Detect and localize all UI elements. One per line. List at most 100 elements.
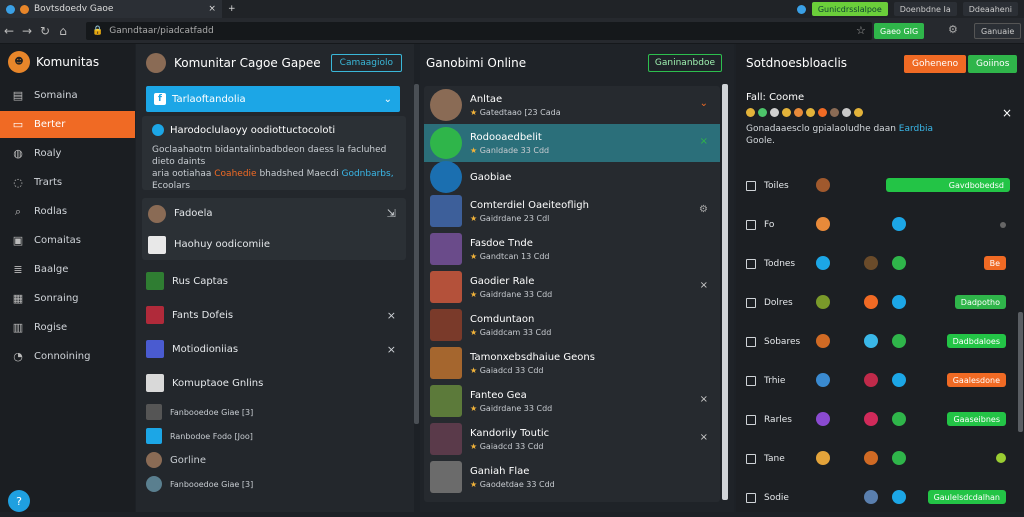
settings-icon[interactable]: ⚙ (699, 204, 708, 215)
status-badge[interactable]: Gaulelsdcdalhan (927, 490, 1006, 504)
checkbox[interactable] (746, 375, 756, 386)
address-bar[interactable]: 🔒 Ganndtaar/piadcatfadd (86, 22, 872, 40)
sidebar-item-6[interactable]: ≣ Baalge (0, 256, 135, 283)
leaderboard-row[interactable]: Trhie Gaalesdone (736, 361, 1024, 400)
game-row[interactable]: Rodooaedbelit ★ Ganldade 33 Cdd × (424, 124, 720, 162)
coin-icon[interactable] (770, 108, 779, 117)
leaderboard-row[interactable]: Tane (736, 439, 1024, 478)
leaderboard-row[interactable]: Todnes Be (736, 244, 1024, 283)
extension-pill-2[interactable]: Doenbdne Ia (893, 2, 957, 16)
online-button[interactable]: Ganinanbdoe (647, 54, 722, 72)
list-item[interactable]: Fants Dofeis × (136, 298, 414, 332)
header-button[interactable]: Camaagiolo (330, 54, 402, 72)
leaderboard-row[interactable]: Fo (736, 205, 1024, 244)
checkbox[interactable] (746, 180, 756, 191)
sidebar-item-4[interactable]: ⌕ Rodlas (0, 198, 135, 225)
close-icon[interactable]: × (387, 343, 396, 356)
help-icon[interactable]: ? (8, 490, 30, 512)
browser-tab-1[interactable]: Bovtsdoedv Gaoe × (0, 0, 222, 18)
profile-icon[interactable] (796, 4, 806, 14)
game-row[interactable]: Fasdoe Tnde ★ Gandtcan 13 Cdd (424, 230, 720, 268)
orange-button[interactable]: Goheneno (904, 55, 967, 73)
sidebar-item-1[interactable]: ▭ Berter (0, 111, 135, 138)
home-icon[interactable]: ⌂ (54, 24, 72, 38)
info-link[interactable]: Godnbarbs, (341, 169, 393, 179)
leaderboard-row[interactable]: Sodie Gaulelsdcdalhan (736, 478, 1024, 517)
close-icon[interactable]: × (1002, 106, 1012, 120)
sidebar-item-2[interactable]: ◍ Roaly (0, 140, 135, 167)
coin-icon[interactable] (818, 108, 827, 117)
list-item[interactable]: Rus Captas (136, 264, 414, 298)
status-badge[interactable]: Gavdbobedsd (886, 178, 1010, 192)
game-row[interactable]: Gaodier Rale ★ Gaidrdane 33 Cdd × (424, 268, 720, 306)
leaderboard-row[interactable]: Sobares Dadbdaloes (736, 322, 1024, 361)
close-icon[interactable]: × (700, 136, 708, 147)
checkbox[interactable] (746, 258, 756, 269)
send-icon[interactable]: ⇲ (387, 207, 396, 220)
status-badge[interactable]: Be (983, 256, 1006, 270)
list-item[interactable]: Motiodioniias × (136, 332, 414, 366)
checkbox[interactable] (746, 453, 756, 464)
list-item[interactable]: Fanbooedoe Giae [3] (136, 472, 414, 496)
status-badge[interactable]: Gaaseibnes (947, 412, 1006, 426)
settings-icon[interactable]: ⚙ (948, 23, 958, 36)
status-badge[interactable]: Dadbdaloes (946, 334, 1006, 348)
reload-icon[interactable]: ↻ (36, 24, 54, 38)
extension-pill-3[interactable]: Ddeaaheni (962, 2, 1018, 16)
coin-icon[interactable] (758, 108, 767, 117)
community-select[interactable]: f Tarlaoftandolia ⌄ (146, 86, 400, 112)
game-row[interactable]: Gaobiae (424, 161, 720, 193)
star-icon[interactable]: ☆ (856, 24, 866, 37)
sidebar-item-3[interactable]: ◌ Trarts (0, 169, 135, 196)
coin-icon[interactable] (854, 108, 863, 117)
back-icon[interactable]: ← (0, 24, 18, 38)
close-icon[interactable]: × (700, 394, 708, 405)
coin-icon[interactable] (830, 108, 839, 117)
coin-icon[interactable] (782, 108, 791, 117)
checkbox[interactable] (746, 297, 756, 308)
game-row[interactable]: Ganiah Flae ★ Gaodetdae 33 Cdd (424, 458, 720, 496)
filter-desc-link[interactable]: Eardbia (899, 124, 933, 134)
close-icon[interactable]: × (387, 309, 396, 322)
game-row[interactable]: Comterdiel Oaeiteofligh ★ Gaidrdane 23 Cd… (424, 192, 720, 230)
forward-icon[interactable]: → (18, 24, 36, 38)
close-icon[interactable]: × (208, 4, 216, 14)
card-row[interactable]: Haohuy oodicomiie (142, 229, 406, 260)
close-icon[interactable]: × (700, 280, 708, 291)
sidebar-item-8[interactable]: ▥ Rogise (0, 314, 135, 341)
coin-icon[interactable] (746, 108, 755, 117)
scrollbar[interactable] (1018, 312, 1023, 432)
scrollbar[interactable] (722, 84, 728, 500)
scrollbar[interactable] (414, 84, 419, 424)
leaderboard-row[interactable]: Rarles Gaaseibnes (736, 400, 1024, 439)
checkbox[interactable] (746, 492, 756, 503)
coin-icon[interactable] (806, 108, 815, 117)
close-icon[interactable]: × (700, 432, 708, 443)
list-item[interactable]: Komuptaoe Gnlins (136, 366, 414, 400)
leaderboard-row[interactable]: Dolres Dadpotho (736, 283, 1024, 322)
checkbox[interactable] (746, 414, 756, 425)
nav-button-2[interactable]: Ganuaie (974, 23, 1022, 39)
brand[interactable]: ☻ Komunitas (0, 44, 135, 80)
status-badge[interactable]: Dadpotho (954, 295, 1006, 309)
game-row[interactable]: Tamonxebsdhaiue Geons ★ Gaiadcd 33 Cdd (424, 344, 720, 382)
game-row[interactable]: Anltae ★ Gatedtaao [23 Cada ⌄ (424, 86, 720, 124)
card-row[interactable]: Fadoela ⇲ (142, 198, 406, 229)
new-tab-button[interactable]: + (222, 0, 242, 18)
extension-pill-1[interactable]: Gunicdrsslalpoe (811, 2, 888, 16)
nav-button-1[interactable]: Gaeo GIG (874, 23, 925, 39)
coin-icon[interactable] (842, 108, 851, 117)
checkbox[interactable] (746, 219, 756, 230)
chevron-down-icon[interactable]: ⌄ (700, 98, 708, 109)
game-row[interactable]: Fanteo Gea ★ Gaidrdane 33 Cdd × (424, 382, 720, 420)
game-row[interactable]: Kandoriiy Toutic ★ Gaiadcd 33 Cdd × (424, 420, 720, 458)
sidebar-item-0[interactable]: ▤ Somaina (0, 82, 135, 109)
list-item[interactable]: Gorline (136, 448, 414, 472)
checkbox[interactable] (746, 336, 756, 347)
game-row[interactable]: Comduntaon ★ Gaiddcam 33 Cdd (424, 306, 720, 344)
green-button[interactable]: Goiinos (968, 55, 1018, 73)
leaderboard-row[interactable]: Toiles Gavdbobedsd (736, 166, 1024, 205)
list-item[interactable]: Ranbodoe Fodo [Joo] (136, 424, 414, 448)
sidebar-item-5[interactable]: ▣ Comaitas (0, 227, 135, 254)
sidebar-item-9[interactable]: ◔ Connoining (0, 343, 135, 370)
